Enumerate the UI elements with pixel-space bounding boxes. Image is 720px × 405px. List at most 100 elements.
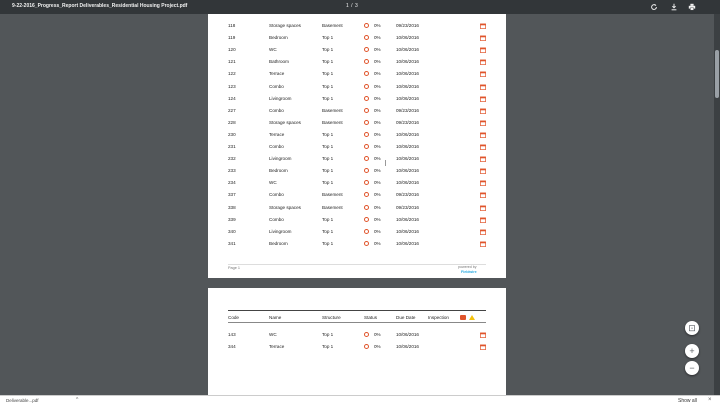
cell-due-date: 09/23/2016 (396, 204, 419, 210)
cell-name: Bedroom (269, 35, 288, 41)
header-due-date: Due Date (396, 315, 416, 320)
status-circle-icon[interactable] (364, 228, 369, 234)
cell-structure: Top 1 (322, 180, 334, 186)
cell-due-date: 10/06/2016 (396, 228, 419, 234)
status-circle-icon[interactable] (364, 83, 369, 89)
table-row: 339 Combo Top 1 0% 10/06/2016 (208, 214, 506, 226)
calendar-icon[interactable] (480, 71, 486, 78)
zoom-in-button[interactable]: + (685, 344, 699, 358)
download-icon[interactable] (668, 1, 680, 13)
cell-progress: 0% (374, 180, 381, 186)
cell-code: 339 (228, 216, 236, 222)
status-circle-icon[interactable] (364, 107, 369, 113)
cell-structure: Top 1 (322, 344, 334, 349)
status-circle-icon[interactable] (364, 47, 369, 53)
status-circle-icon[interactable] (364, 144, 369, 149)
header-status: Status (364, 315, 378, 320)
table-row: 118 Storage spaces Basement 0% 09/23/2016 (208, 20, 506, 32)
calendar-icon[interactable] (480, 229, 486, 235)
cell-due-date: 09/23/2016 (396, 107, 419, 113)
table-row: 143 WC Top 1 0% 10/06/2016 (208, 329, 506, 341)
download-item[interactable]: Deliverable...pdf (6, 398, 39, 403)
cell-due-date: 09/23/2016 (396, 119, 419, 125)
cell-progress: 0% (374, 344, 381, 349)
status-circle-icon[interactable] (364, 119, 369, 125)
status-circle-icon[interactable] (364, 95, 369, 101)
calendar-icon[interactable] (480, 144, 486, 150)
status-circle-icon[interactable] (364, 156, 369, 162)
calendar-icon[interactable] (480, 241, 486, 247)
scrollbar-thumb[interactable] (715, 50, 719, 98)
status-circle-icon[interactable] (364, 204, 369, 210)
calendar-icon[interactable] (480, 59, 486, 66)
cell-name: Combo (269, 83, 284, 89)
cell-name: Storage spaces (269, 204, 301, 210)
cell-structure: Top 1 (322, 47, 334, 53)
calendar-icon[interactable] (480, 217, 486, 223)
calendar-icon[interactable] (480, 180, 486, 187)
calendar-icon[interactable] (480, 332, 486, 338)
warning-icon (469, 315, 475, 320)
cell-progress: 0% (374, 144, 381, 149)
status-circle-icon[interactable] (364, 168, 369, 174)
status-circle-icon[interactable] (364, 23, 369, 28)
cell-code: 341 (228, 240, 236, 246)
cell-code: 118 (228, 23, 236, 28)
calendar-icon[interactable] (480, 108, 486, 114)
cell-code: 124 (228, 95, 236, 101)
calendar-icon[interactable] (480, 96, 486, 102)
status-circle-icon[interactable] (364, 71, 369, 77)
calendar-icon[interactable] (480, 84, 486, 90)
cell-due-date: 10/06/2016 (396, 71, 419, 77)
cell-due-date: 10/06/2016 (396, 59, 419, 65)
table-row: 124 Livingroom Top 1 0% 10/06/2016 (208, 93, 506, 105)
cell-name: Terrace (269, 344, 285, 349)
cell-progress: 0% (374, 71, 381, 77)
calendar-icon[interactable] (480, 47, 486, 54)
status-circle-icon[interactable] (364, 344, 369, 349)
cell-structure: Top 1 (322, 131, 334, 137)
fit-page-button[interactable]: ⊡ (685, 321, 699, 335)
calendar-icon[interactable] (480, 205, 486, 211)
cell-code: 230 (228, 131, 236, 137)
page-counter[interactable]: 1 / 3 (346, 3, 358, 9)
status-circle-icon[interactable] (364, 35, 369, 41)
calendar-icon[interactable] (480, 156, 486, 163)
calendar-icon[interactable] (480, 168, 486, 175)
show-all-downloads-link[interactable]: Show all (678, 398, 697, 404)
viewer-scrollbar[interactable] (714, 14, 720, 395)
status-circle-icon[interactable] (364, 216, 369, 222)
status-circle-icon[interactable] (364, 192, 369, 198)
status-circle-icon[interactable] (364, 131, 369, 137)
table-row: 119 Bedroom Top 1 0% 10/06/2016 (208, 32, 506, 44)
print-icon[interactable] (686, 1, 698, 13)
cell-structure: Basement (322, 192, 343, 198)
cell-name: Combo (269, 144, 284, 149)
cell-structure: Top 1 (322, 168, 334, 174)
calendar-icon[interactable] (480, 344, 486, 350)
status-circle-icon[interactable] (364, 180, 369, 186)
calendar-icon[interactable] (480, 35, 486, 42)
calendar-icon[interactable] (480, 192, 486, 199)
text-cursor (385, 160, 386, 166)
cell-due-date: 10/06/2016 (396, 168, 419, 174)
calendar-icon[interactable] (480, 23, 486, 29)
zoom-out-button[interactable]: − (685, 361, 699, 375)
cell-progress: 0% (374, 83, 381, 89)
calendar-icon[interactable] (480, 132, 486, 138)
download-options-chevron-icon[interactable]: ^ (76, 397, 78, 403)
cell-name: Combo (269, 216, 284, 222)
rotate-icon[interactable] (648, 1, 660, 13)
calendar-icon[interactable] (480, 120, 486, 126)
status-circle-icon[interactable] (364, 240, 369, 246)
header-code: Code (228, 315, 239, 320)
status-circle-icon[interactable] (364, 332, 369, 337)
download-shelf: Deliverable...pdf ^ Show all × (0, 395, 720, 405)
pdf-toolbar: 9-22-2016_Progress_Report Deliverables_R… (0, 0, 720, 14)
close-download-shelf-icon[interactable]: × (708, 397, 712, 403)
table-row: 120 WC Top 1 0% 10/06/2016 (208, 44, 506, 56)
cell-code: 227 (228, 107, 236, 113)
cell-code: 337 (228, 192, 236, 198)
cell-due-date: 10/06/2016 (396, 240, 419, 246)
status-circle-icon[interactable] (364, 59, 369, 65)
